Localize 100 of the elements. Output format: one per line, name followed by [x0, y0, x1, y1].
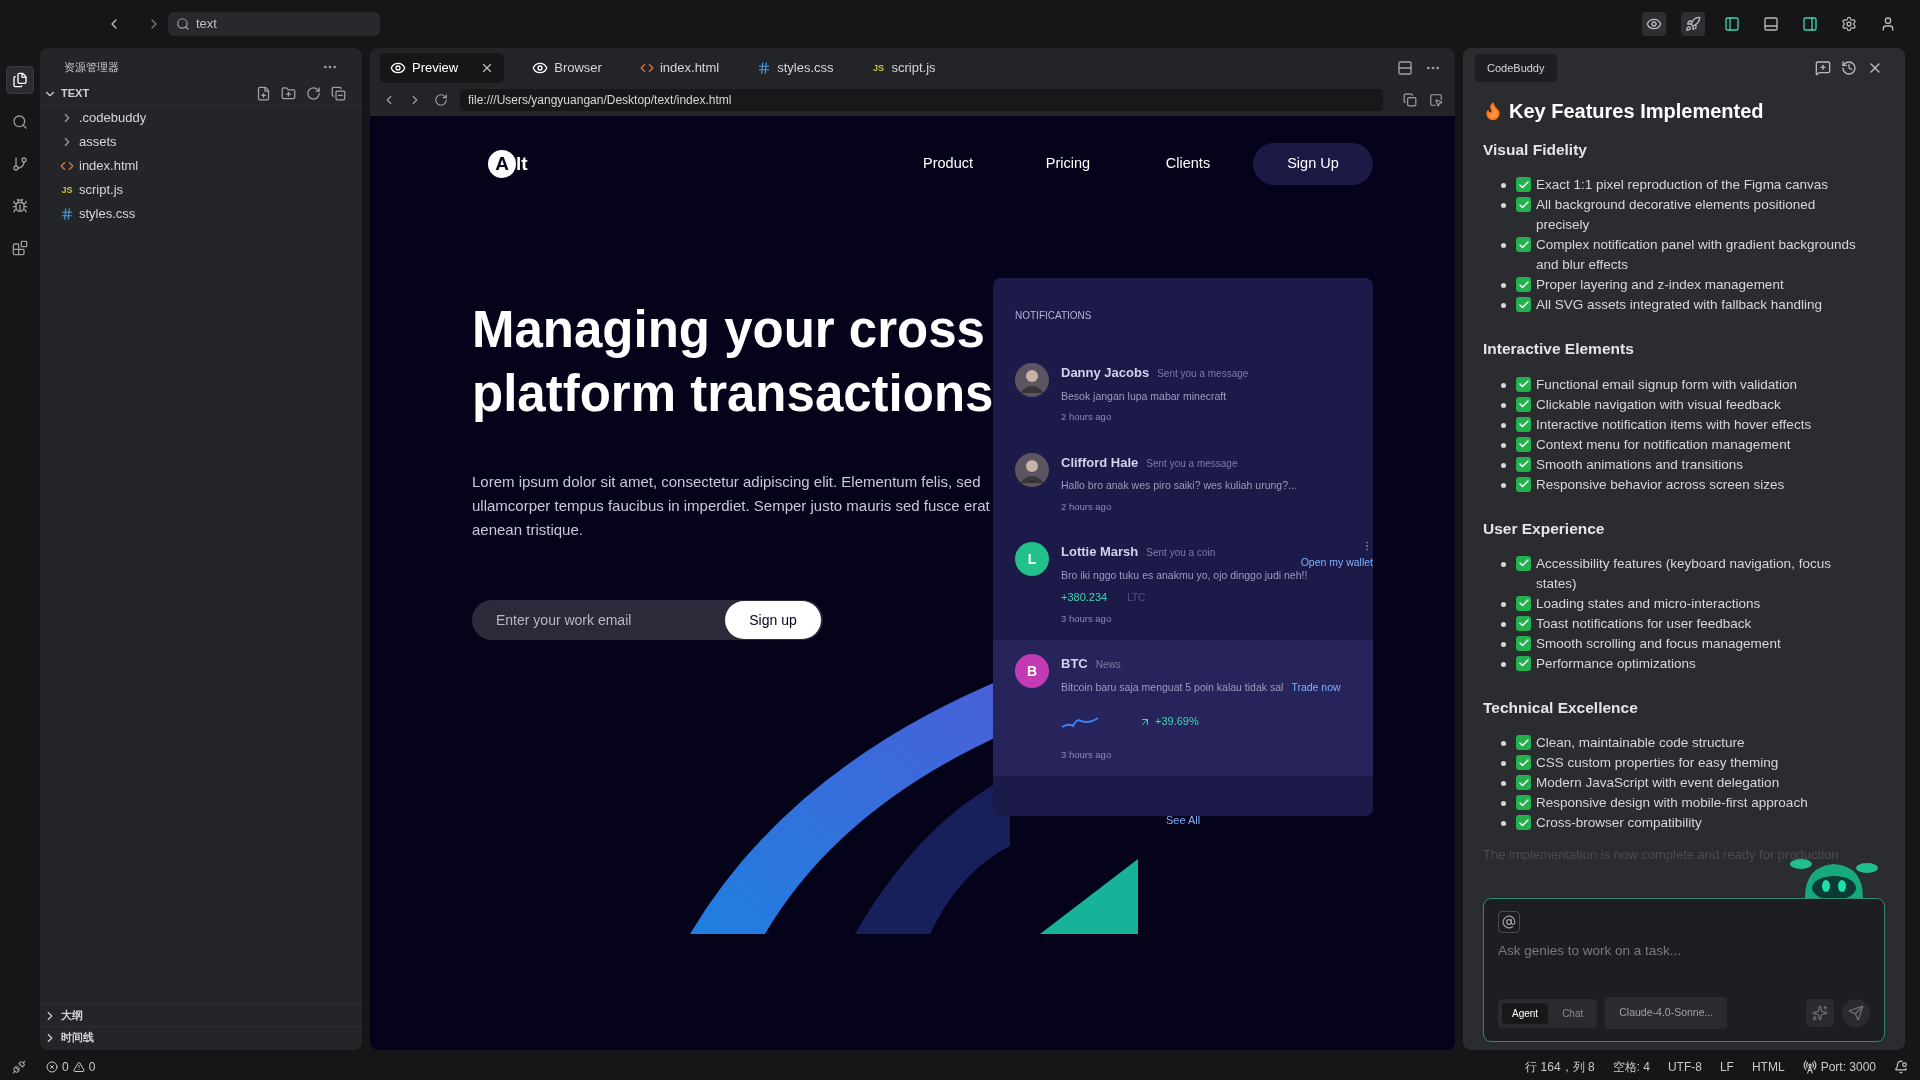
notification-action: Sent you a coin — [1146, 546, 1216, 560]
notification-time: 2 hours ago — [1061, 499, 1113, 514]
hero-heading: Managing your cross platform transactions — [472, 300, 995, 424]
status-item[interactable]: 行 164，列 8 — [1525, 1058, 1595, 1076]
check-icon — [1516, 376, 1531, 392]
fire-icon — [1483, 101, 1503, 121]
bullet-icon — [1501, 761, 1506, 766]
check-icon — [1516, 297, 1531, 313]
mode-option[interactable]: Chat — [1552, 1002, 1594, 1024]
eye-icon — [390, 60, 406, 76]
inspect-icon[interactable] — [1429, 93, 1443, 107]
split-icon[interactable] — [1397, 60, 1413, 76]
file-tree-item[interactable]: styles.css — [40, 202, 362, 226]
files-activity-icon[interactable] — [6, 66, 34, 94]
avatar — [1015, 452, 1049, 487]
notification-action: News — [1095, 658, 1121, 672]
enhance-button[interactable] — [1806, 999, 1834, 1028]
bullet-icon — [1501, 422, 1506, 428]
preview-icon[interactable] — [1642, 12, 1666, 36]
search-icon — [176, 17, 190, 31]
file-tree-item[interactable]: .codebuddy — [40, 106, 362, 130]
file-tree-item[interactable]: assets — [40, 130, 362, 154]
nav-link[interactable]: Pricing — [1013, 153, 1123, 175]
file-tree-item[interactable]: index.html — [40, 154, 362, 178]
notification-action: Sent you a message — [1146, 456, 1238, 471]
sender-name: Clifford Hale — [1061, 453, 1139, 472]
broadcast-icon — [1802, 1060, 1817, 1074]
send-button[interactable] — [1842, 999, 1870, 1028]
check-icon — [1516, 396, 1531, 412]
status-item[interactable]: UTF-8 — [1667, 1058, 1702, 1076]
editor-tab[interactable]: JS script.js — [861, 53, 946, 83]
feature-item: Complex notification panel with gradient backgrounds and blur effects — [1536, 236, 1857, 275]
explorer-title: 资源管理器 — [64, 59, 119, 75]
notification-time: 2 hours ago — [1061, 410, 1113, 425]
mode-option[interactable]: Agent — [1502, 1002, 1549, 1024]
notification-item[interactable]: B BTC News Bitcoin baru saja menguat 5 poin kalau tidak sal Trade now +39.69% 3 hours ago — [993, 640, 1373, 776]
check-icon — [1516, 815, 1531, 830]
check-icon — [1516, 735, 1531, 750]
search-field[interactable]: text — [168, 12, 380, 36]
check-icon — [1516, 456, 1531, 472]
panel-section-header[interactable]: 大纲 — [40, 1004, 362, 1026]
sender-name: Danny Jacobs — [1061, 364, 1150, 382]
bullet-icon — [1501, 402, 1506, 408]
nav-link[interactable]: Clients — [1133, 153, 1243, 175]
editor-tab[interactable]: styles.css — [747, 53, 844, 83]
remote-icon[interactable] — [12, 1060, 26, 1074]
feature-item: Toast notifications for user feedback — [1536, 614, 1753, 633]
model-selector[interactable]: Claude-4.0-Sonne... — [1605, 997, 1728, 1029]
feature-item: Functional email signup form with validation — [1536, 375, 1799, 394]
email-field[interactable]: Enter your work email Sign up — [472, 600, 823, 640]
check-icon — [1516, 755, 1531, 770]
bullet-icon — [1501, 462, 1506, 468]
panel-section-header[interactable]: 时间线 — [40, 1026, 362, 1048]
copy-icon[interactable] — [1403, 93, 1417, 107]
history-icon[interactable] — [1841, 60, 1857, 76]
editor-tab[interactable]: index.html — [629, 53, 730, 83]
feature-item: Proper layering and z-index management — [1536, 276, 1785, 295]
feature-item: All SVG assets integrated with fallback handling — [1536, 296, 1823, 315]
check-icon — [1516, 655, 1531, 671]
feature-item: Loading states and micro-interactions — [1536, 594, 1762, 613]
refresh-icon[interactable] — [306, 86, 321, 101]
wallet-link[interactable]: Open my wallet — [1300, 555, 1373, 571]
collapse-icon[interactable] — [331, 86, 346, 101]
bullet-icon — [1501, 641, 1506, 647]
status-item[interactable]: LF — [1719, 1058, 1734, 1076]
new-chat-icon[interactable] — [1815, 60, 1831, 76]
new-file-icon[interactable] — [256, 86, 271, 101]
trade-link[interactable]: Trade now — [1291, 679, 1341, 696]
reload-icon[interactable] — [434, 93, 448, 107]
bullet-icon — [1501, 801, 1506, 806]
signup-button[interactable]: Sign Up — [1253, 143, 1373, 185]
email-signup-button[interactable]: Sign up — [725, 601, 821, 639]
notification-time: 3 hours ago — [1061, 747, 1113, 762]
coin-amount: +380.234 — [1061, 590, 1108, 606]
mention-button[interactable] — [1498, 911, 1520, 933]
editor-tab[interactable]: Preview — [380, 53, 505, 83]
url-field[interactable]: file:///Users/yangyuangan/Desktop/text/index.html — [460, 89, 1383, 111]
section-heading: User Experience — [1483, 518, 1606, 539]
problems-indicator[interactable]: 0 0 — [46, 1058, 96, 1076]
bullet-icon — [1501, 382, 1506, 388]
avatar: L — [1015, 542, 1049, 576]
check-icon — [1516, 615, 1531, 631]
avatar — [1015, 363, 1049, 397]
nav-link[interactable]: Product — [893, 153, 1003, 175]
new-folder-icon[interactable] — [281, 86, 296, 101]
notification-bell-icon[interactable] — [1894, 1060, 1908, 1074]
assistant-tab[interactable]: CodeBuddy — [1475, 53, 1557, 83]
js-icon: JS — [60, 185, 74, 195]
folder-header[interactable]: TEXT — [43, 85, 90, 102]
status-item[interactable]: 空格: 4 — [1612, 1058, 1650, 1076]
editor-tab[interactable]: Browser — [522, 53, 612, 83]
rocket-icon[interactable] — [1681, 12, 1705, 36]
bullet-icon — [1501, 183, 1506, 189]
port-status[interactable]: Port: 3000 — [1802, 1058, 1876, 1076]
status-item[interactable]: HTML — [1751, 1058, 1785, 1076]
file-tree-item[interactable]: JS script.js — [40, 178, 362, 202]
notification-message: Bitcoin baru saja menguat 5 poin kalau tidak sal — [1061, 679, 1284, 695]
bullet-icon — [1501, 741, 1506, 746]
see-all-link[interactable]: See All — [1166, 812, 1201, 829]
chat-input-box[interactable]: Ask genies to work on a task... Agent Chat Claude-4.0-Sonne... — [1483, 898, 1885, 1042]
